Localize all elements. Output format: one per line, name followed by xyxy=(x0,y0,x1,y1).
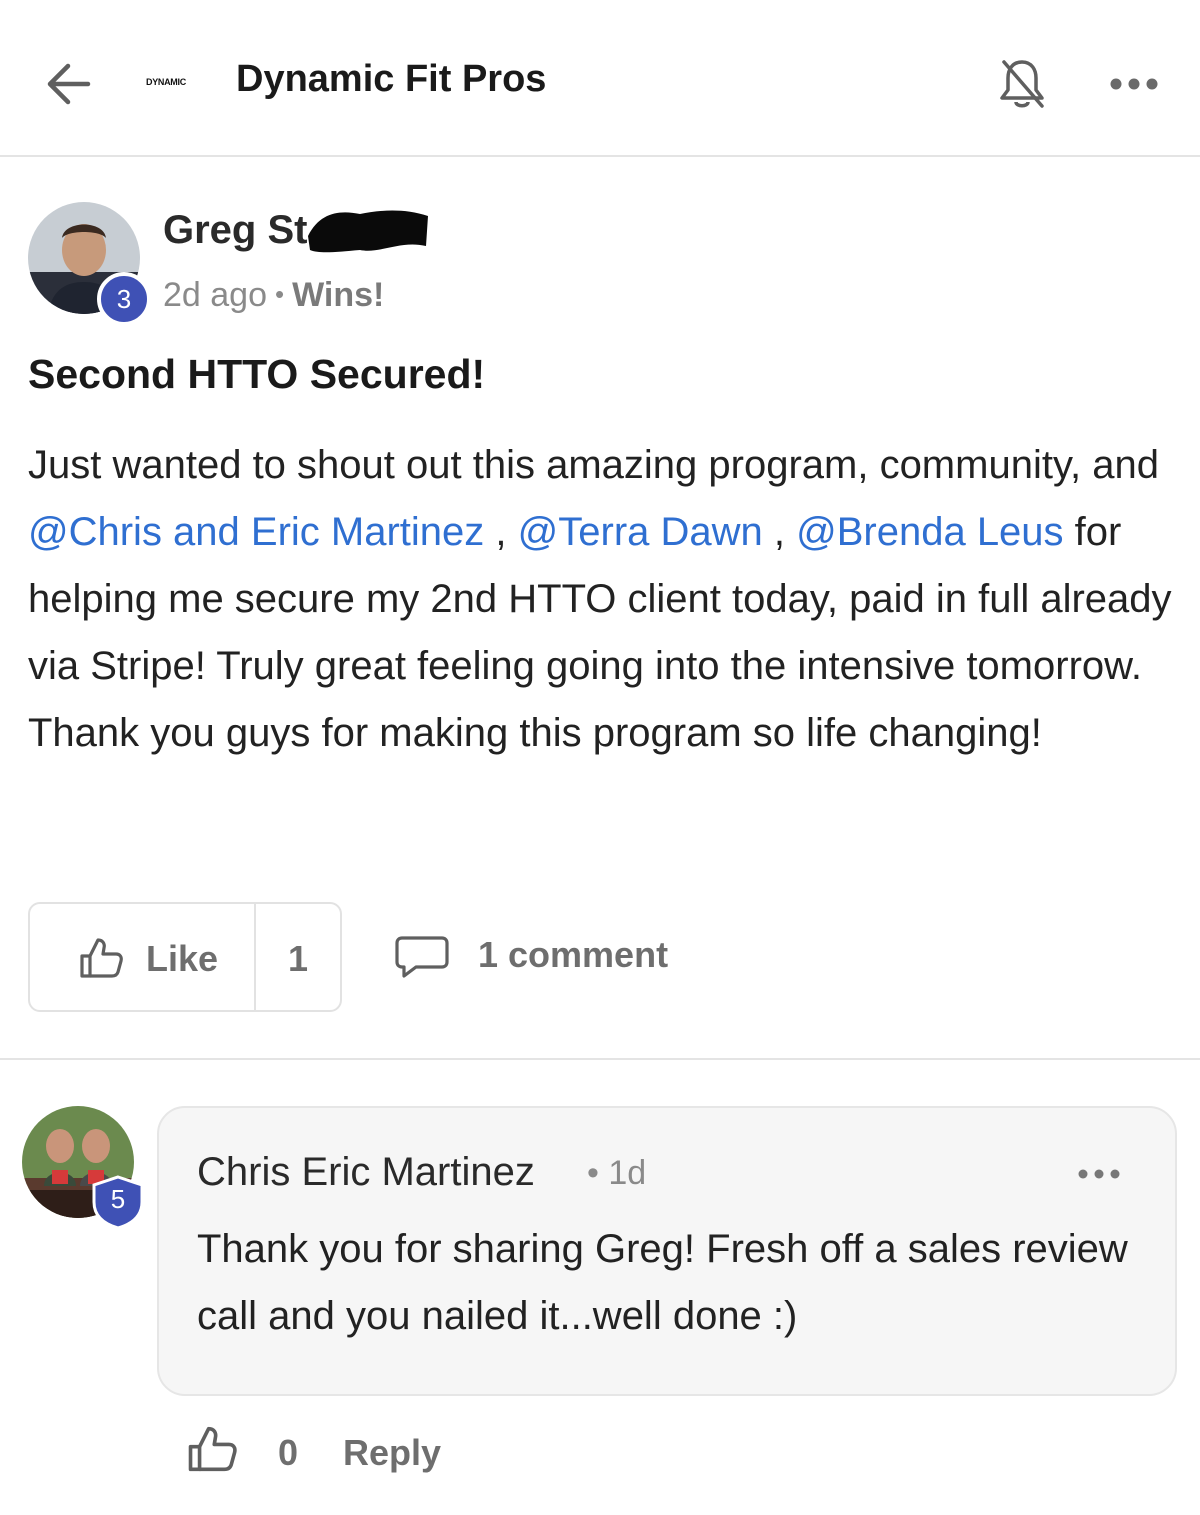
group-logo: DYNAMIC xyxy=(146,77,186,89)
meta-separator: • xyxy=(275,279,285,309)
mention-link[interactable]: @Chris and Eric Martinez xyxy=(28,510,484,554)
mention-link[interactable]: @Brenda Leus xyxy=(796,510,1063,554)
reply-button[interactable]: Reply xyxy=(343,1432,441,1474)
comment-time: • 1d xyxy=(587,1154,647,1192)
body-text: , xyxy=(484,510,518,554)
like-group: Like 1 xyxy=(28,902,342,1012)
post-meta: 2d ago • Wins! xyxy=(163,276,384,315)
comment-text: Thank you for sharing Greg! Fresh off a … xyxy=(197,1227,1128,1338)
like-count[interactable]: 1 xyxy=(288,938,308,980)
post-time: 2d ago xyxy=(163,276,267,314)
commenter-name[interactable]: Chris Eric Martinez xyxy=(197,1150,535,1195)
body-text: Just wanted to shout out this amazing pr… xyxy=(28,443,1159,487)
comment-more-button[interactable] xyxy=(1077,1164,1121,1184)
group-title: Dynamic Fit Pros xyxy=(236,58,547,100)
comment-bubble: Chris Eric Martinez • 1d Thank you for s… xyxy=(157,1106,1177,1396)
post-category[interactable]: Wins! xyxy=(292,276,384,314)
logo-text: DYNAMIC xyxy=(146,77,186,87)
notifications-toggle-button[interactable] xyxy=(996,56,1048,112)
thumbs-up-icon xyxy=(188,1426,237,1472)
like-label: Like xyxy=(146,938,219,979)
redaction-scribble xyxy=(308,210,428,253)
post-body: Just wanted to shout out this amazing pr… xyxy=(28,432,1188,767)
commenter-level-badge: 5 xyxy=(90,1174,146,1230)
more-horizontal-icon xyxy=(1078,1169,1120,1179)
post-author-name[interactable]: Greg St xyxy=(163,208,307,253)
bell-off-icon xyxy=(1000,60,1044,108)
more-options-button[interactable] xyxy=(1108,70,1160,98)
like-button[interactable]: Like xyxy=(30,904,256,1010)
back-button[interactable] xyxy=(40,56,96,112)
section-divider xyxy=(0,1058,1200,1060)
post-title: Second HTTO Secured! xyxy=(28,351,486,397)
top-bar: DYNAMIC Dynamic Fit Pros xyxy=(0,0,1200,157)
comment-count-label: 1 comment xyxy=(478,934,669,975)
more-horizontal-icon xyxy=(1110,78,1158,90)
author-level-badge: 3 xyxy=(97,272,151,326)
body-text: , xyxy=(762,510,797,554)
comment-like-count: 0 xyxy=(278,1432,299,1473)
comment-like-button[interactable] xyxy=(186,1424,242,1480)
mention-link[interactable]: @Terra Dawn xyxy=(518,510,763,554)
thumbs-up-icon xyxy=(80,938,123,978)
commenter-level: 5 xyxy=(110,1184,126,1214)
comment-icon xyxy=(395,936,449,978)
arrow-left-icon xyxy=(47,63,91,105)
